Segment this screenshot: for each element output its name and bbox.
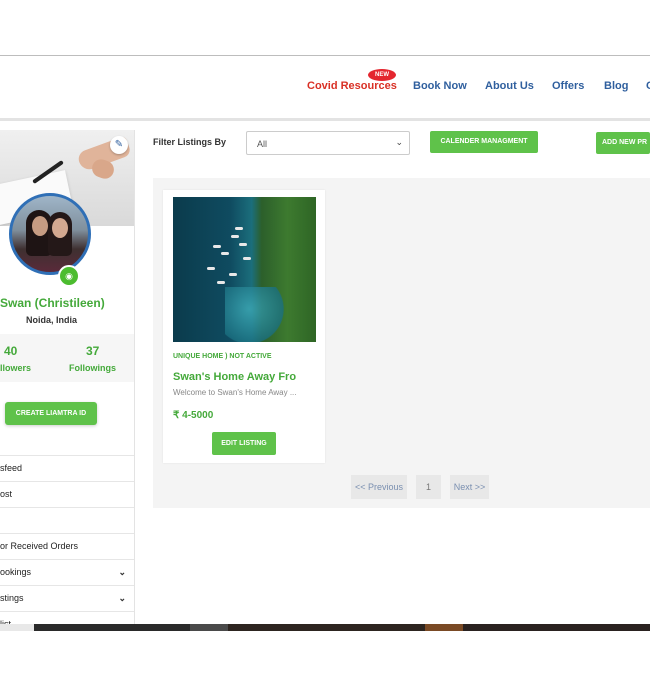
sidebar-item-label: ost (0, 489, 13, 499)
profile-sidebar: ✎ ◉ Swan (Christileen) Noida, India 40 l… (0, 130, 135, 624)
top-navigation: NEW Covid Resources Book Now About Us Of… (0, 56, 650, 121)
chevron-down-icon: ⌄ (118, 567, 126, 577)
sidebar-item-listings[interactable]: stings ⌄ (0, 585, 134, 611)
camera-icon[interactable]: ◉ (58, 265, 80, 287)
pagination-previous[interactable]: << Previous (351, 475, 407, 499)
bottom-image-strip (0, 624, 650, 631)
sidebar-item-label: ookings (0, 567, 32, 577)
listing-card[interactable] (163, 190, 325, 463)
sidebar-item-blank[interactable] (0, 507, 134, 533)
nav-about-us[interactable]: About Us (485, 80, 534, 92)
followers-label[interactable]: llowers (0, 363, 31, 373)
profile-location: Noida, India (26, 315, 78, 325)
pagination-page-1[interactable]: 1 (416, 475, 441, 499)
edit-listing-button[interactable]: EDIT LISTING (212, 432, 276, 455)
filter-select[interactable]: All ⌄ (246, 131, 410, 155)
sidebar-item-post[interactable]: ost (0, 481, 134, 507)
sidebar-item-bookings[interactable]: ookings ⌄ (0, 559, 134, 585)
browser-top-area (0, 0, 650, 56)
listing-title[interactable]: Swan's Home Away Fro (173, 371, 296, 383)
listing-image[interactable] (173, 197, 316, 342)
nav-offers[interactable]: Offers (552, 80, 584, 92)
create-liamtra-id-button[interactable]: CREATE LIAMTRA ID (5, 402, 97, 425)
edit-cover-icon[interactable]: ✎ (110, 136, 128, 154)
sidebar-item-label: sfeed (0, 463, 23, 473)
listing-price: ₹ 4-5000 (173, 410, 214, 421)
sidebar-item-label: stings (0, 593, 24, 603)
chevron-down-icon: ⌄ (395, 137, 403, 147)
add-new-property-button[interactable]: ADD NEW PR (596, 132, 650, 154)
filter-label: Filter Listings By (153, 137, 227, 147)
nav-book-now[interactable]: Book Now (413, 80, 467, 92)
listing-description: Welcome to Swan's Home Away ... (173, 388, 297, 397)
followings-count[interactable]: 37 (86, 344, 99, 358)
nav-blog[interactable]: Blog (604, 80, 628, 92)
calendar-management-button[interactable]: CALENDER MANAGMENT (430, 131, 538, 153)
sidebar-item-newsfeed[interactable]: sfeed (0, 455, 134, 481)
chevron-down-icon: ⌄ (118, 619, 126, 624)
chevron-down-icon: ⌄ (118, 593, 126, 603)
follow-stats: 40 llowers 37 Followings (0, 334, 134, 382)
avatar (9, 193, 91, 275)
followers-count[interactable]: 40 (4, 344, 17, 358)
pagination-next[interactable]: Next >> (450, 475, 489, 499)
followings-label[interactable]: Followings (69, 363, 116, 373)
sidebar-item-label: or Received Orders (0, 541, 79, 551)
sidebar-item-received-orders[interactable]: or Received Orders (0, 533, 134, 559)
sidebar-item-wishlist[interactable]: list ⌄ (0, 611, 134, 624)
nav-overflow-item[interactable]: C (646, 80, 650, 92)
profile-name: Swan (Christileen) (0, 296, 105, 310)
nav-covid-resources[interactable]: Covid Resources (307, 80, 397, 92)
filter-selected-value: All (257, 139, 268, 149)
listing-status-tag: UNIQUE HOME ) NOT ACTIVE (173, 353, 272, 360)
sidebar-menu: sfeed ost or Received Orders ookings ⌄ s… (0, 455, 134, 624)
